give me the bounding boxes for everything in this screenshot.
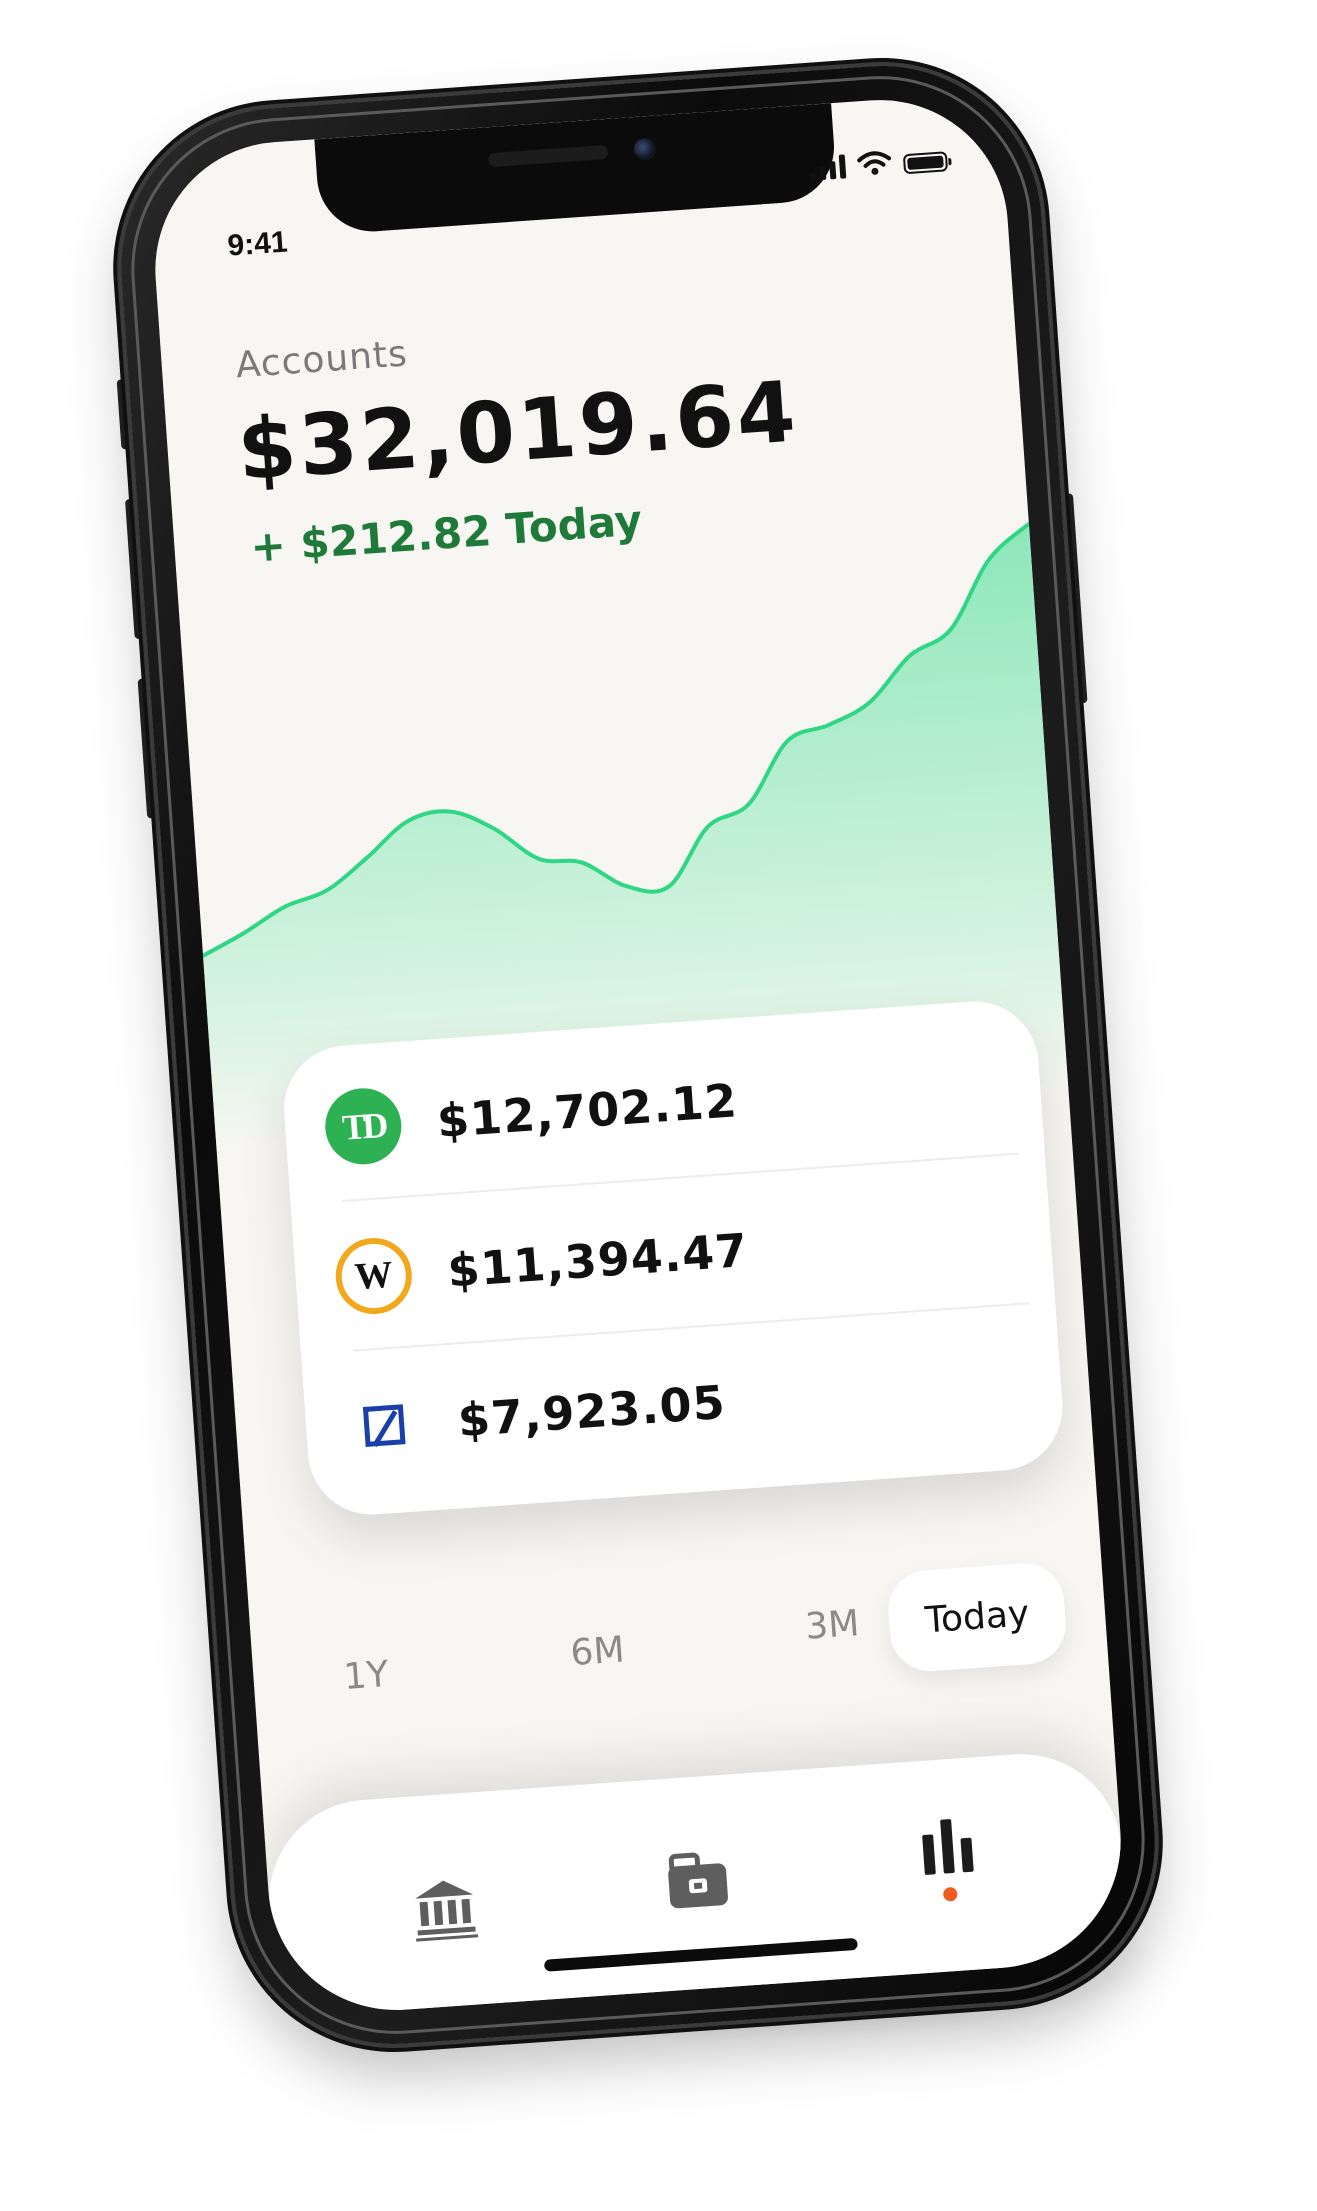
speaker [487, 144, 609, 168]
wallet-icon [668, 1852, 728, 1909]
w-logo-text: W [353, 1253, 395, 1299]
camera-icon [633, 137, 657, 162]
nav-insights[interactable] [900, 1798, 996, 1902]
td-logo-text: TD [340, 1104, 386, 1148]
time-range-selector: 1Y 6M 3M Today [309, 1560, 1070, 1733]
nav-wallet[interactable] [650, 1830, 746, 1926]
range-1y[interactable]: 1Y [342, 1654, 390, 1698]
stage: 9:41 Accounts $32,019.64 + $212.82 Today [0, 0, 1317, 2211]
accounts-label: Accounts [234, 333, 410, 387]
account-amount: $7,923.05 [456, 1374, 728, 1448]
deutsche-bank-logo-icon [344, 1385, 425, 1466]
td-bank-logo-icon: TD [322, 1085, 404, 1167]
battery-icon [902, 151, 949, 175]
bank-icon [415, 1880, 479, 1942]
nav-bank[interactable] [397, 1860, 493, 1956]
w-bank-logo-icon: W [333, 1235, 415, 1317]
account-amount: $11,394.47 [445, 1222, 750, 1298]
accounts-card: TD $12,702.12 W $11,394.47 $7,923.05 [279, 997, 1067, 1519]
wifi-icon [857, 151, 892, 175]
active-indicator-dot [942, 1886, 958, 1902]
screen: 9:41 Accounts $32,019.64 + $212.82 Today [146, 91, 1130, 2019]
cellular-signal-icon [809, 154, 847, 181]
range-3m[interactable]: 3M [804, 1603, 861, 1648]
account-amount: $12,702.12 [435, 1073, 740, 1149]
range-6m[interactable]: 6M [569, 1629, 626, 1674]
total-balance: $32,019.64 [234, 362, 802, 500]
bar-chart-icon [922, 1819, 974, 1875]
range-today[interactable]: Today [885, 1560, 1069, 1674]
status-time: 9:41 [226, 225, 289, 263]
phone: 9:41 Accounts $32,019.64 + $212.82 Today [110, 55, 1166, 2055]
